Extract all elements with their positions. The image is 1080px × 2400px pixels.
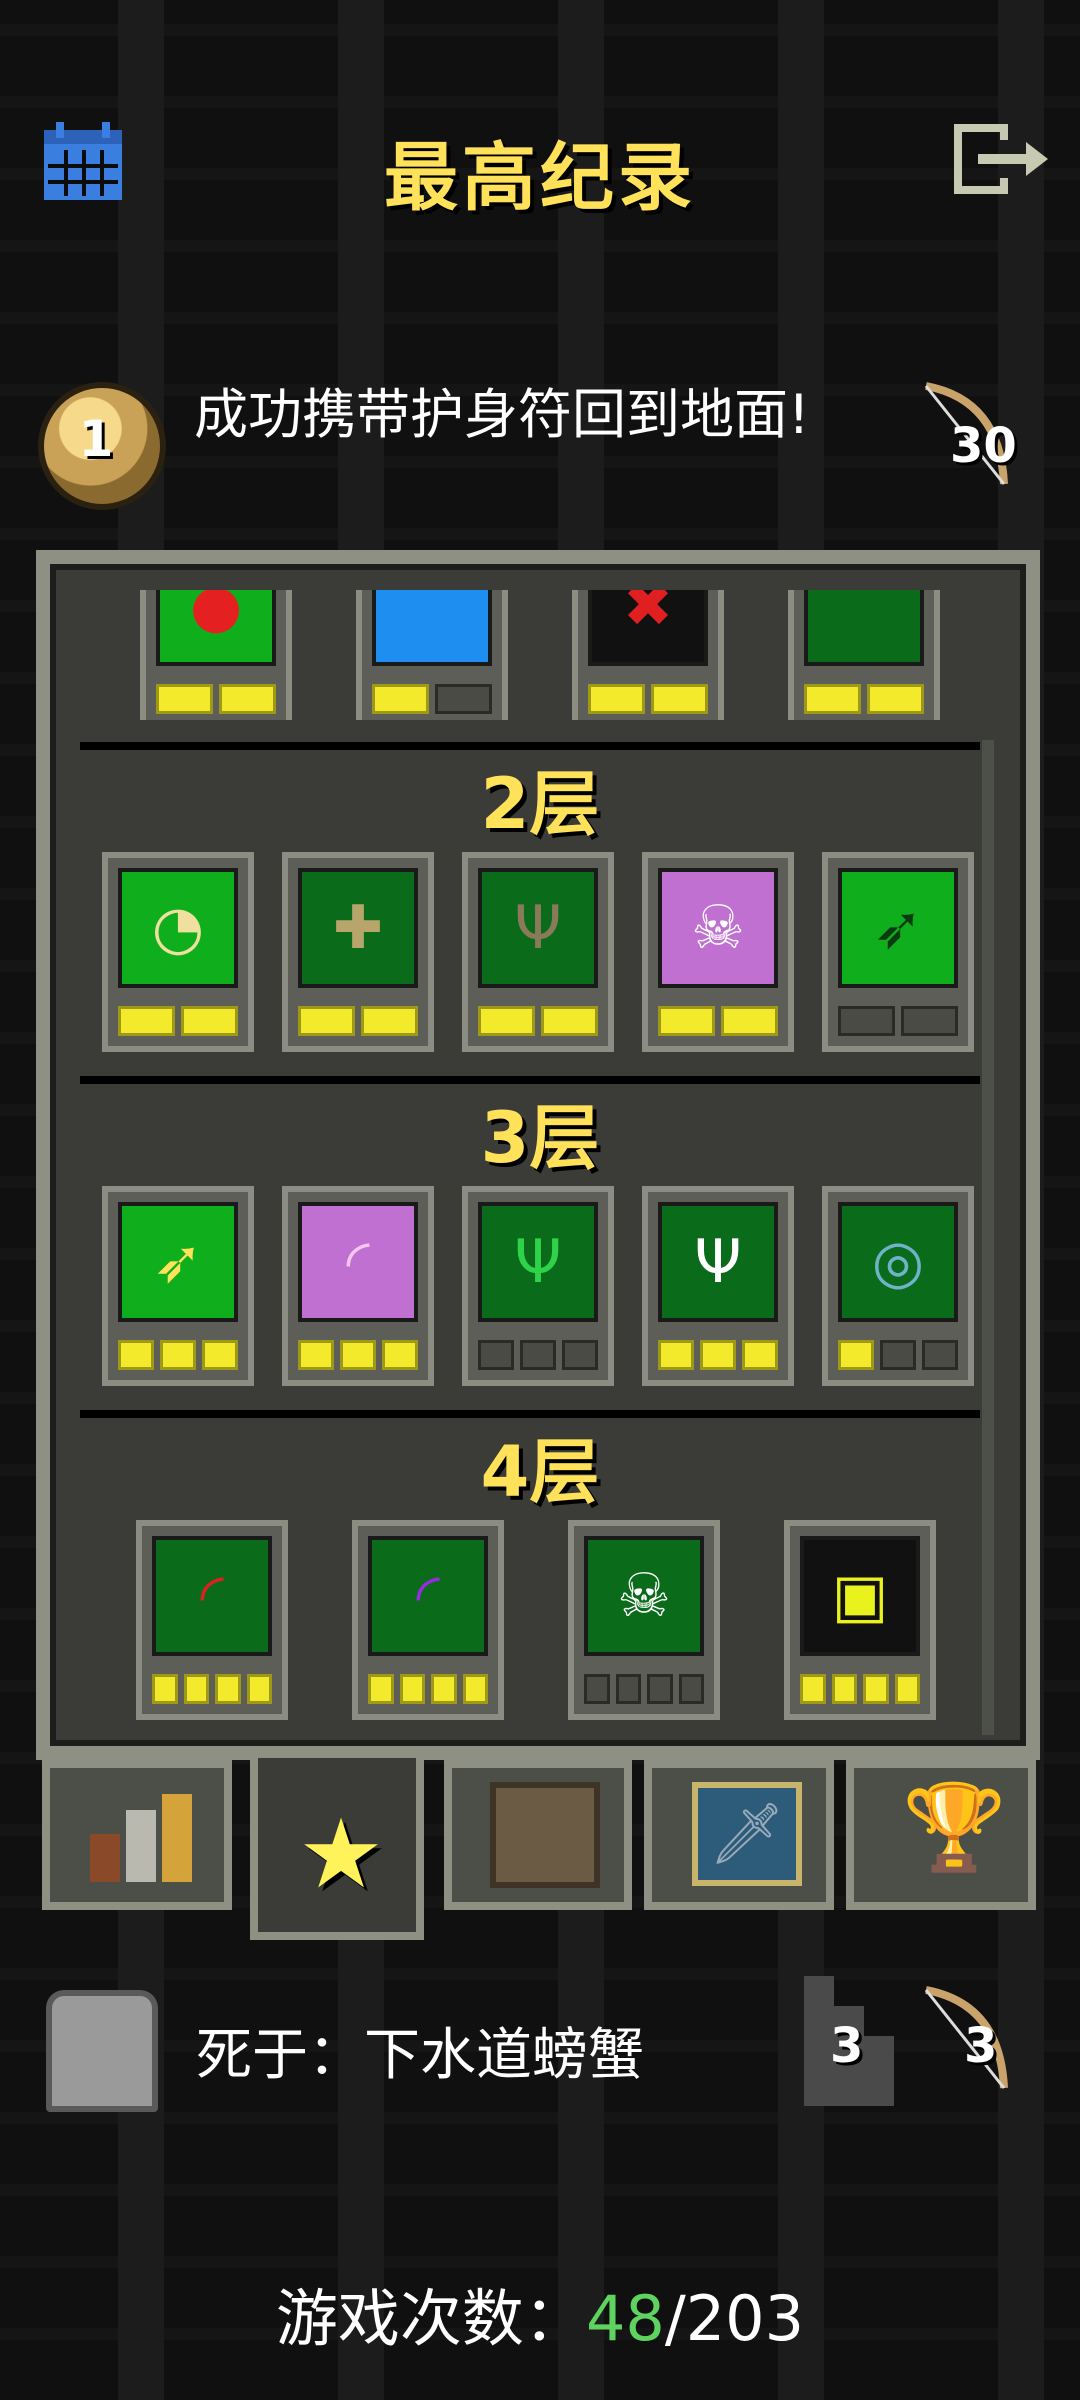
badge-slot[interactable]: ✖ [572,590,724,720]
cross-icon: ✚ [298,868,418,988]
chest-icon [490,1782,600,1888]
tab-badges[interactable]: ★ [250,1750,424,1940]
monster-icon: ✖ [588,590,708,666]
badge-slot[interactable]: Ψ [642,1186,794,1386]
tree-dagger-icon: Ψ [478,1202,598,1322]
tree-icon: Ψ [478,868,598,988]
badge-slot[interactable]: ➶ [822,852,974,1052]
badge-slot[interactable]: ➶ [102,1186,254,1386]
badge-slot[interactable]: ▣ [784,1520,936,1720]
floor-1-row: ● ✖ [130,590,950,720]
panel-scrollbar[interactable] [982,740,994,1735]
badge-slot[interactable]: ☠ [568,1520,720,1720]
bow-fire-icon: ◜ [152,1536,272,1656]
games-separator: / [664,2282,686,2355]
badge-slot[interactable]: Ψ [462,1186,614,1386]
bow-skull-icon: ☠ [584,1536,704,1656]
exit-icon[interactable] [948,118,1052,200]
badge-slot[interactable]: Ψ [462,852,614,1052]
badge-slot[interactable]: ◜ [136,1520,288,1720]
bow-icon: ◜ [298,1202,418,1322]
food-icon: ● [156,590,276,666]
dagger-icon: ➶ [838,868,958,988]
page-title: 最高纪录 [384,135,696,221]
shield-icon [804,590,924,666]
badge-slot[interactable]: ● [140,590,292,720]
floor-2-title: 2层 [480,763,600,845]
tab-trophies[interactable]: 🏆 [846,1760,1036,1910]
record-description: 成功携带护身符回到地面! [194,383,810,446]
record-rank: 1 [78,410,114,468]
skull-icon: ☠ [658,868,778,988]
badge-slot[interactable]: ◔ [102,852,254,1052]
tab-journal[interactable] [444,1760,632,1910]
floor-3-title: 3层 [480,1097,600,1179]
food-skill-icon: ◔ [118,868,238,988]
badge-slot[interactable]: ☠ [642,852,794,1052]
games-total: 203 [685,2282,805,2355]
dagger-up-icon: ➶ [118,1202,238,1322]
badge-slot[interactable]: ◜ [352,1520,504,1720]
armor-outline-icon: ▣ [800,1536,920,1656]
floor-4-title: 4层 [480,1431,600,1513]
games-won: 48 [585,2282,665,2355]
death-depth: 3 [830,2018,864,2074]
tree-armor-icon: Ψ [658,1202,778,1322]
sword-card-icon: 🗡 [692,1782,802,1886]
tombstone-icon [46,1990,158,2112]
badge-slot[interactable]: ◜ [282,1186,434,1386]
badge-slot[interactable] [788,590,940,720]
tree-ring-icon: ◎ [838,1202,958,1322]
record-score: 30 [950,418,1017,474]
badge-slot[interactable]: ✚ [282,852,434,1052]
armor-icon [372,590,492,666]
rankings-tab-icon [84,1794,204,1888]
death-cause: 死于：下水道螃蟹 [196,2023,644,2088]
badges-star-icon: ★ [298,1798,385,1910]
badge-slot[interactable]: ◎ [822,1186,974,1386]
badge-slot[interactable] [356,590,508,720]
games-label: 游戏次数： [275,2282,586,2355]
tab-rankings[interactable] [42,1760,232,1910]
death-level: 3 [964,2018,998,2074]
trophy-icon: 🏆 [902,1778,1007,1876]
bow-up-icon: ◜ [368,1536,488,1656]
games-played: 游戏次数：48/203 [0,2268,1080,2358]
tab-catalog[interactable]: 🗡 [644,1760,834,1910]
